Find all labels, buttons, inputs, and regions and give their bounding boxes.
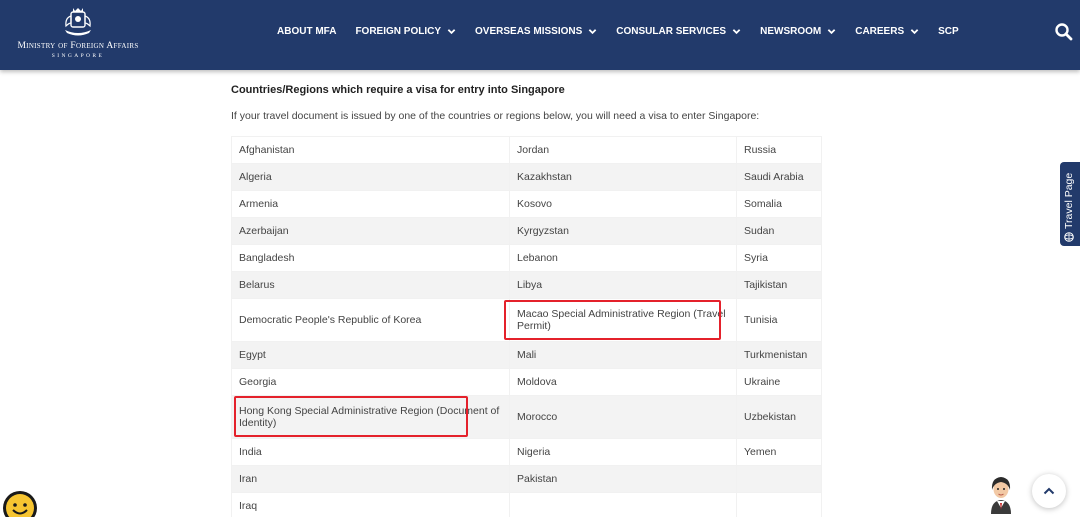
country-cell: Morocco [509, 395, 737, 439]
country-cell: Armenia [231, 190, 510, 218]
nav-item-careers[interactable]: CAREERS [855, 26, 919, 37]
country-cell: Algeria [231, 163, 510, 191]
country-cell: Bangladesh [231, 244, 510, 272]
country-cell: Iran [231, 465, 510, 493]
nav-item-label: NEWSROOM [760, 26, 822, 37]
country-cell: Kosovo [509, 190, 737, 218]
chevron-down-icon [588, 29, 597, 35]
intro-text: If your travel document is issued by one… [231, 110, 760, 122]
nav-item-consular-services[interactable]: CONSULAR SERVICES [616, 26, 741, 37]
country-cell: Georgia [231, 368, 510, 396]
country-cell: Moldova [509, 368, 737, 396]
country-cell: Pakistan [509, 465, 737, 493]
table-row: Belarus Libya Tajikistan [231, 271, 822, 299]
table-row: Armenia Kosovo Somalia [231, 190, 822, 218]
country-cell: Egypt [231, 341, 510, 369]
country-cell: Belarus [231, 271, 510, 299]
nav-item-label: SCP [938, 26, 959, 37]
country-cell: Tajikistan [736, 271, 822, 299]
logo-title: Ministry of Foreign Affairs [17, 41, 139, 51]
nav-item-label: CONSULAR SERVICES [616, 26, 727, 37]
nav-item-overseas-missions[interactable]: OVERSEAS MISSIONS [475, 26, 597, 37]
main-nav: ABOUT MFA FOREIGN POLICY OVERSEAS MISSIONS… [277, 26, 978, 37]
country-cell: Democratic People's Republic of Korea [231, 298, 510, 342]
table-row: Democratic People's Republic of Korea Mac… [231, 298, 822, 342]
logo-subtitle: SINGAPORE [51, 53, 105, 59]
table-row: Azerbaijan Kyrgyzstan Sudan [231, 217, 822, 245]
table-row: Egypt Mali Turkmenistan [231, 341, 822, 369]
chatbot-smiley-icon[interactable] [2, 490, 38, 517]
country-cell [736, 492, 822, 517]
nav-item-label: OVERSEAS MISSIONS [475, 26, 583, 37]
chevron-down-icon [732, 29, 741, 35]
country-cell: Azerbaijan [231, 217, 510, 245]
country-cell: Saudi Arabia [736, 163, 822, 191]
country-cell [509, 492, 737, 517]
country-cell: Somalia [736, 190, 822, 218]
country-cell: Jordan [509, 136, 737, 164]
table-row: Hong Kong Special Administrative Region … [231, 395, 822, 439]
nav-item-foreign-policy[interactable]: FOREIGN POLICY [355, 26, 456, 37]
site-logo[interactable]: Ministry of Foreign Affairs SINGAPORE [8, 6, 148, 62]
table-row: Iraq [231, 492, 822, 517]
travel-page-label: Travel Page [1063, 172, 1075, 229]
back-to-top-button[interactable] [1032, 474, 1066, 508]
country-cell: Mali [509, 341, 737, 369]
chevron-up-icon [1043, 487, 1055, 495]
site-header: Ministry of Foreign Affairs SINGAPORE AB… [0, 0, 1080, 70]
section-heading: Countries/Regions which require a visa f… [231, 84, 565, 96]
country-cell: Sudan [736, 217, 822, 245]
country-cell: Turkmenistan [736, 341, 822, 369]
country-cell: Hong Kong Special Administrative Region … [231, 395, 510, 439]
country-cell: Tunisia [736, 298, 822, 342]
nav-item-newsroom[interactable]: NEWSROOM [760, 26, 836, 37]
table-row: Bangladesh Lebanon Syria [231, 244, 822, 272]
visa-country-table: Afghanistan Jordan Russia Algeria Kazakhstan… [231, 136, 822, 517]
nav-item-label: CAREERS [855, 26, 905, 37]
country-cell: Iraq [231, 492, 510, 517]
country-cell: Afghanistan [231, 136, 510, 164]
globe-icon [1064, 232, 1074, 242]
country-cell: Libya [509, 271, 737, 299]
chevron-down-icon [827, 29, 836, 35]
country-cell: Yemen [736, 438, 822, 466]
chevron-down-icon [447, 29, 456, 35]
table-row: Afghanistan Jordan Russia [231, 136, 822, 164]
search-icon[interactable] [1054, 22, 1074, 42]
nav-item-scp[interactable]: SCP [938, 26, 959, 37]
crest-icon [65, 8, 91, 36]
nav-item-about-mfa[interactable]: ABOUT MFA [277, 26, 336, 37]
country-cell: Nigeria [509, 438, 737, 466]
country-cell: Macao Special Administrative Region (Tra… [509, 298, 737, 342]
travel-page-tab[interactable]: Travel Page [1060, 162, 1080, 246]
country-cell: Kazakhstan [509, 163, 737, 191]
country-cell: Kyrgyzstan [509, 217, 737, 245]
country-cell [736, 465, 822, 493]
assistant-avatar-icon[interactable] [981, 470, 1021, 515]
table-row: Iran Pakistan [231, 465, 822, 493]
country-cell: Lebanon [509, 244, 737, 272]
table-row: India Nigeria Yemen [231, 438, 822, 466]
table-row: Algeria Kazakhstan Saudi Arabia [231, 163, 822, 191]
country-cell: Ukraine [736, 368, 822, 396]
nav-item-label: ABOUT MFA [277, 26, 337, 37]
country-cell: Uzbekistan [736, 395, 822, 439]
country-cell: Syria [736, 244, 822, 272]
chevron-down-icon [910, 29, 919, 35]
table-row: Georgia Moldova Ukraine [231, 368, 822, 396]
country-cell: India [231, 438, 510, 466]
country-cell: Russia [736, 136, 822, 164]
nav-item-label: FOREIGN POLICY [355, 26, 442, 37]
